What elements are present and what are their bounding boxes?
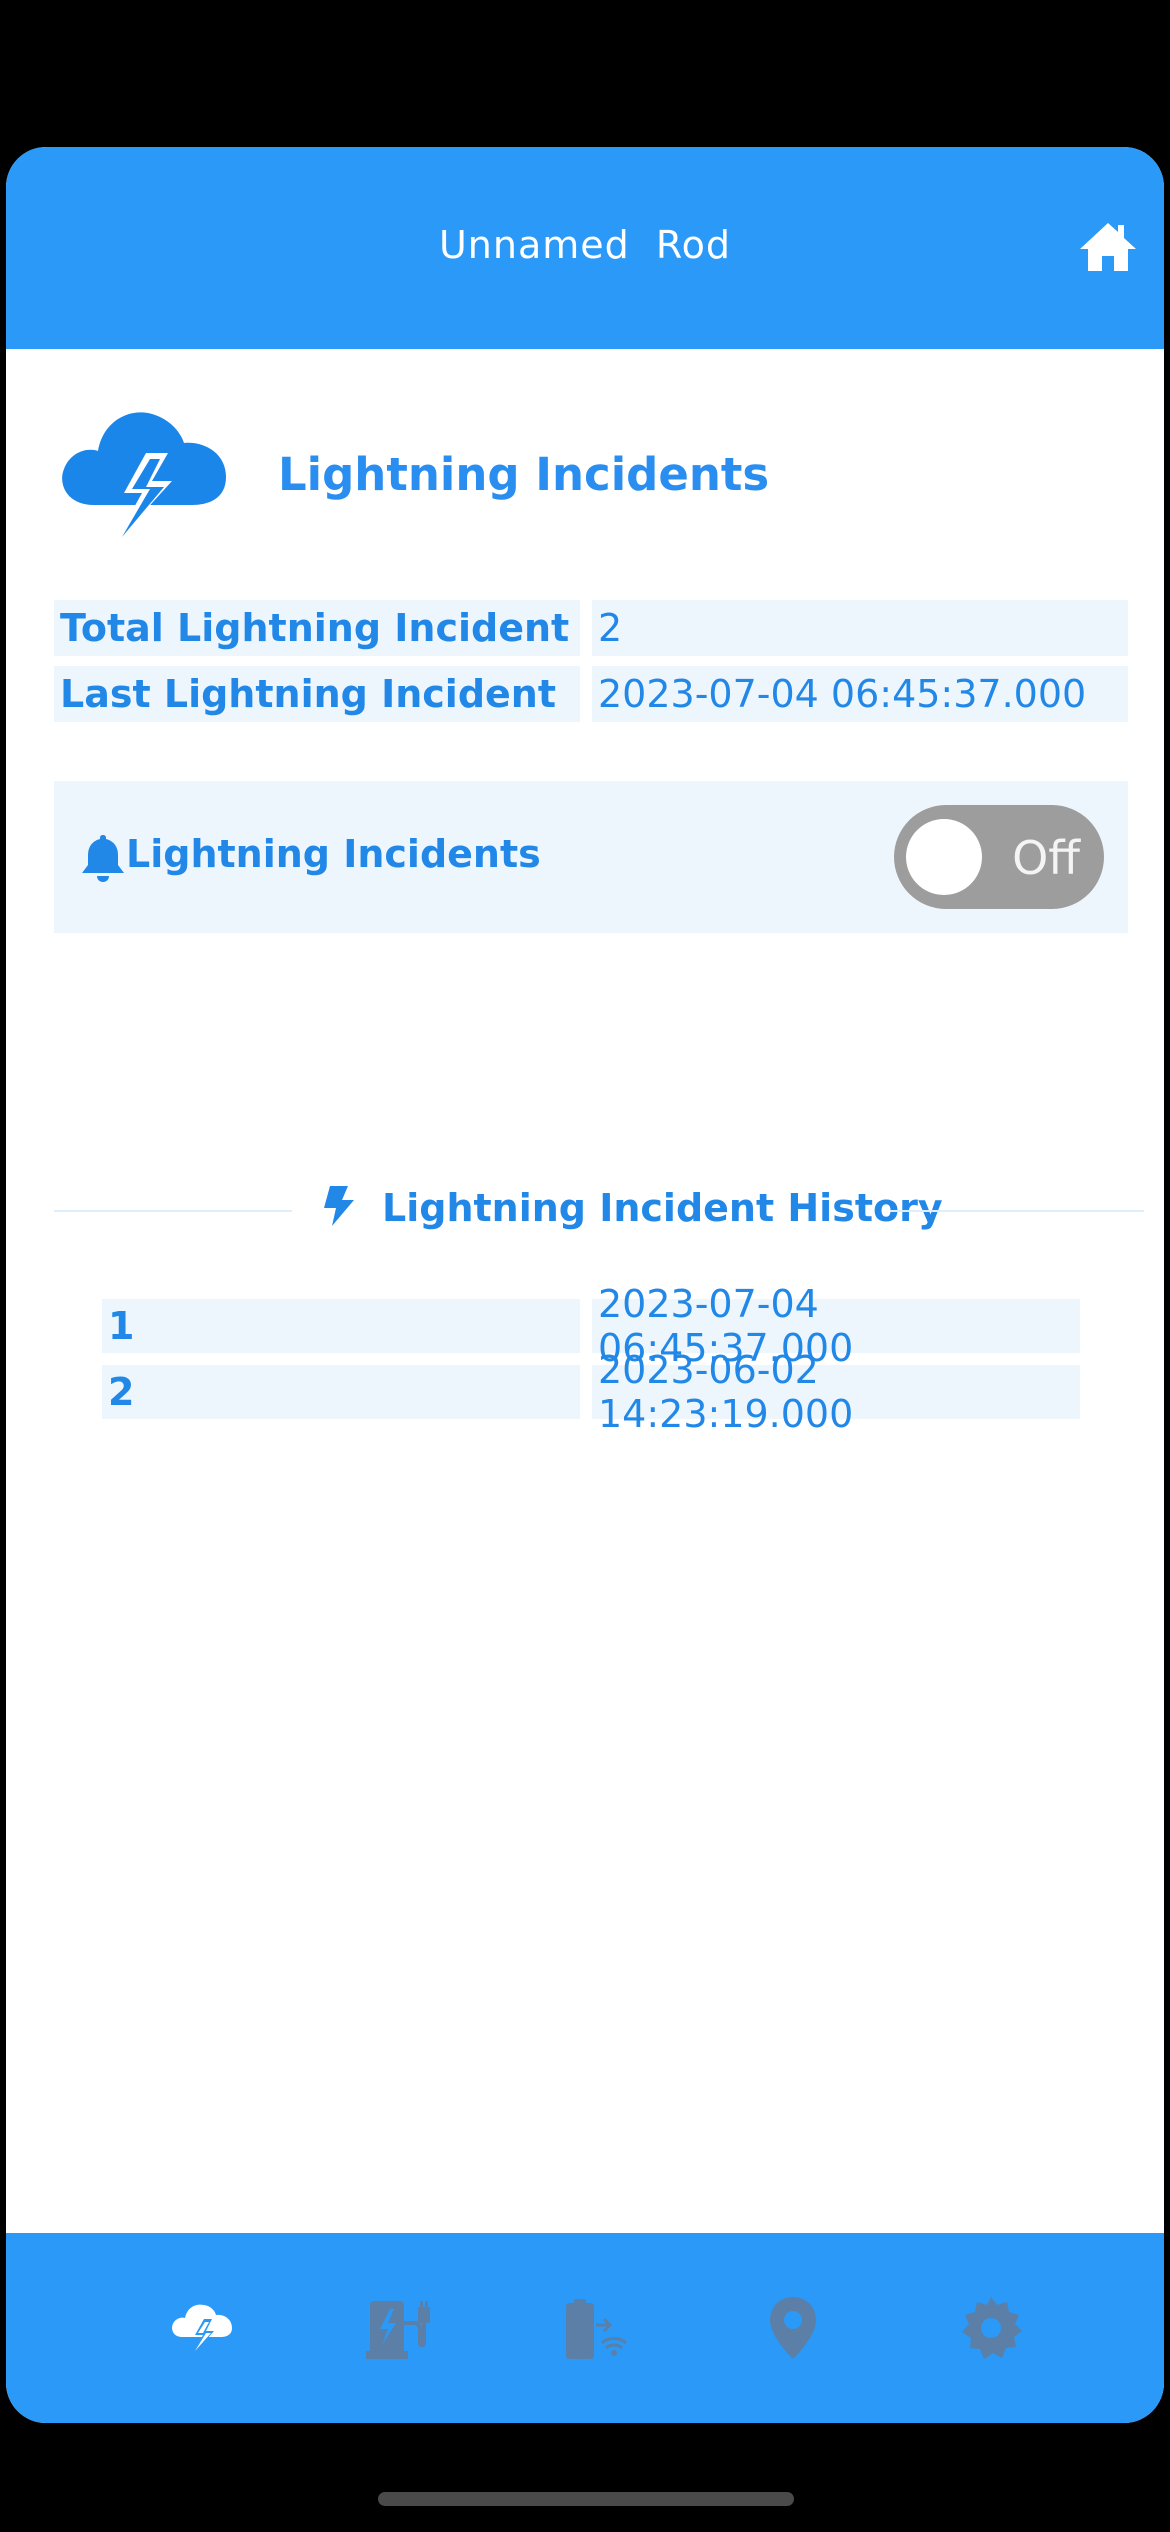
nav-charging[interactable] [364,2293,434,2363]
toggle-state-text: Off [1012,831,1080,885]
nav-settings[interactable] [956,2293,1026,2363]
charging-station-icon [366,2301,430,2359]
lightning-cloud-icon [172,2304,232,2357]
section-title: Lightning Incidents [278,448,770,501]
summary-row: Total Lightning Incident 2 [54,600,1128,656]
divider [890,1210,1144,1212]
history-date: 2023-07-04 06:45:37.000 [592,1282,1080,1370]
history-header: Lightning Incident History [54,1175,1144,1245]
summary-label: Last Lightning Incident [54,666,580,722]
table-row: 1 2023-07-04 06:45:37.000 [102,1282,1086,1370]
nav-location[interactable] [758,2293,828,2363]
history-title: Lightning Incident History [382,1186,943,1230]
alert-setting-card: Lightning Incidents Off [54,781,1128,933]
home-indicator[interactable] [378,2492,794,2506]
page-title: Unnamed Rod [438,223,731,267]
bolt-icon [324,1186,354,1226]
toggle-knob [906,819,982,895]
nav-battery-wifi[interactable] [560,2293,630,2363]
divider [54,1210,292,1212]
bottom-navigation [6,2233,1164,2423]
storm-cloud-icon [62,412,226,547]
history-table: 1 2023-07-04 06:45:37.000 2 2023-06-02 1… [102,1282,1086,1436]
home-icon [1080,223,1136,271]
top-app-bar: Unnamed Rod [6,147,1164,349]
history-index: 1 [102,1299,580,1353]
home-button[interactable] [1078,219,1138,275]
summary-value: 2 [592,600,1128,656]
summary-table: Total Lightning Incident 2 Last Lightnin… [54,600,1128,732]
lightning-alert-toggle[interactable]: Off [894,805,1104,909]
table-row: 2 2023-06-02 14:23:19.000 [102,1348,1086,1436]
summary-row: Last Lightning Incident 2023-07-04 06:45… [54,666,1128,722]
section-header: Lightning Incidents [54,395,1124,555]
nav-lightning[interactable] [166,2293,236,2363]
settings-gear-icon [962,2297,1022,2359]
alert-label: Lightning Incidents [126,832,541,876]
battery-wifi-icon [566,2299,628,2359]
history-date: 2023-06-02 14:23:19.000 [592,1348,1080,1436]
history-index: 2 [102,1365,580,1419]
location-pin-icon [770,2297,816,2359]
summary-label: Total Lightning Incident [54,600,580,656]
summary-value: 2023-07-04 06:45:37.000 [592,666,1128,722]
bell-icon [82,835,124,882]
app-screen: Unnamed Rod Lightning Incidents Total Li… [6,147,1164,2423]
